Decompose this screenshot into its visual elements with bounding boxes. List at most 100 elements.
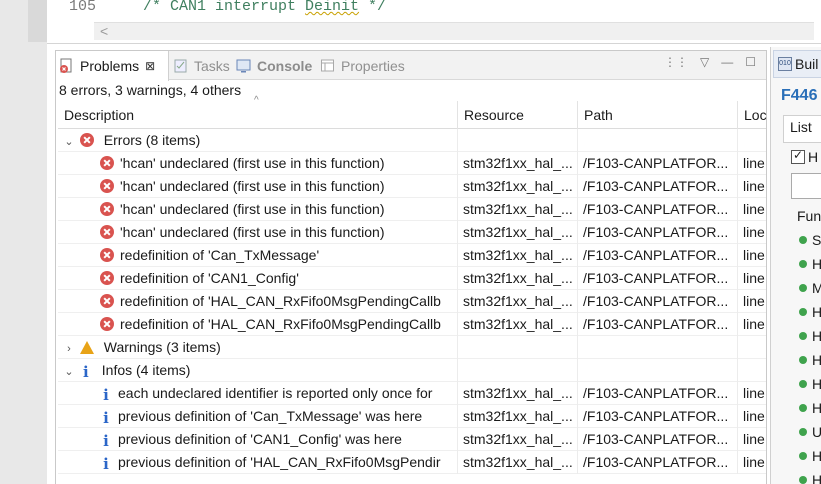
status-dot-icon [799,332,807,340]
error-icon [79,133,94,147]
tab-problems[interactable]: Problems ⊠ [56,51,169,81]
problem-location: line [743,316,765,332]
table-row[interactable]: redefinition of 'HAL_CAN_RxFifo0MsgPendi… [58,290,766,313]
table-row[interactable]: i previous definition of 'Can_TxMessage' … [58,405,766,428]
problem-description: 'hcan' undeclared (first use in this fun… [120,155,385,171]
line-number: 105 [69,0,97,15]
chevron-down-icon[interactable]: ⌄ [62,131,76,152]
filter-checkbox[interactable]: H [791,148,818,165]
tab-build-analyzer[interactable]: 010 Buil [773,50,821,78]
group-row-warnings[interactable]: › Warnings (3 items) [58,336,766,359]
maximize-icon[interactable]: ☐ [745,55,756,69]
function-list-item[interactable]: H [799,400,821,416]
function-label: H [812,328,821,344]
function-label: H [812,448,821,464]
function-list-item[interactable]: H [799,448,821,464]
error-icon [100,317,114,331]
info-icon: i [103,455,109,473]
function-label: M [812,280,821,296]
build-analyzer-panel: 010 Buil F446 List H Func SHMHHHHHUHH [770,47,821,484]
view-menu-icon[interactable]: ⋮⋮ [664,55,688,69]
status-dot-icon [799,260,807,268]
info-icon: i [103,386,109,404]
function-list-item[interactable]: S [799,232,821,248]
code-line[interactable]: /* CAN1 interrupt Deinit */ [143,0,386,15]
problem-description: redefinition of 'Can_TxMessage' [120,247,320,263]
function-list-item[interactable]: H [799,472,821,484]
column-resource[interactable]: Resource [458,101,578,129]
error-icon [100,225,114,239]
code-editor[interactable]: 105 /* CAN1 interrupt Deinit */ < [47,0,821,44]
tasks-icon [173,58,189,74]
checkbox-checked-icon[interactable] [791,148,805,164]
status-dot-icon [799,428,807,436]
table-row[interactable]: 'hcan' undeclared (first use in this fun… [58,175,766,198]
column-description[interactable]: Description [58,101,458,129]
column-location[interactable]: Loc [738,101,768,129]
function-list-item[interactable]: H [799,304,821,320]
status-dot-icon [799,284,807,292]
view-tab-bar: Problems ⊠ Tasks Console Properties ⋮⋮ ▽… [56,51,766,81]
tab-tasks[interactable]: Tasks [173,51,230,80]
problem-resource: stm32f1xx_hal_... [458,175,578,198]
table-row[interactable]: i previous definition of 'HAL_CAN_RxFifo0… [58,451,766,474]
problem-description: 'hcan' undeclared (first use in this fun… [120,224,385,240]
problem-path: /F103-CANPLATFOR... [578,405,738,428]
problem-path: /F103-CANPLATFOR... [578,267,738,290]
problem-resource: stm32f1xx_hal_... [458,267,578,290]
function-list-item[interactable]: M [799,280,821,296]
scroll-left-arrow[interactable]: < [100,23,108,39]
group-label: Infos (4 items) [101,362,191,378]
dropdown-icon[interactable]: ▽ [700,55,709,69]
column-path[interactable]: Path [578,101,738,129]
error-icon [100,271,114,285]
info-icon: i [103,409,109,427]
filter-input[interactable] [791,173,821,199]
table-row[interactable]: i previous definition of 'CAN1_Config' wa… [58,428,766,451]
function-list-item[interactable]: H [799,352,821,368]
problem-location: line [743,293,765,309]
status-dot-icon [799,476,807,484]
tab-properties[interactable]: Properties [320,51,405,80]
chevron-down-icon[interactable]: ⌄ [62,361,76,382]
table-row[interactable]: redefinition of 'Can_TxMessage' stm32f1xx… [58,244,766,267]
horizontal-scrollbar[interactable]: < [94,22,814,40]
function-list-item[interactable]: H [799,376,821,392]
code-text: /* CAN1 interrupt [143,0,306,15]
function-list-item[interactable]: U [799,424,821,440]
console-icon [236,58,252,74]
problem-description: redefinition of 'HAL_CAN_RxFifo0MsgPendi… [120,293,441,309]
minimize-icon[interactable]: — [721,55,733,69]
table-row[interactable]: redefinition of 'HAL_CAN_RxFifo0MsgPendi… [58,313,766,336]
group-row-errors[interactable]: ⌄ Errors (8 items) [58,129,766,152]
problem-path: /F103-CANPLATFOR... [578,290,738,313]
project-title: F446 [781,87,818,104]
table-row[interactable]: 'hcan' undeclared (first use in this fun… [58,198,766,221]
status-dot-icon [799,404,807,412]
problem-path: /F103-CANPLATFOR... [578,313,738,336]
group-label: Warnings (3 items) [103,339,221,355]
info-icon: i [83,363,89,381]
table-row[interactable]: redefinition of 'CAN1_Config' stm32f1xx_h… [58,267,766,290]
problem-path: /F103-CANPLATFOR... [578,428,738,451]
table-row[interactable]: i each undeclared identifier is reported … [58,382,766,405]
problem-location: line [743,431,765,447]
group-row-infos[interactable]: ⌄ i Infos (4 items) [58,359,766,382]
problem-resource: stm32f1xx_hal_... [458,382,578,405]
tab-label: Console [257,57,313,74]
problem-path: /F103-CANPLATFOR... [578,221,738,244]
table-row[interactable]: 'hcan' undeclared (first use in this fun… [58,152,766,175]
function-list-item[interactable]: H [799,328,821,344]
spelling-warning-word: Deinit [305,0,360,15]
editor-gutter [28,0,47,42]
tab-console[interactable]: Console [236,51,312,80]
group-label: Errors (8 items) [103,132,201,148]
list-tab[interactable]: List [783,115,821,143]
problem-description: each undeclared identifier is reported o… [118,385,433,401]
close-icon[interactable]: ⊠ [145,59,155,73]
function-label: U [812,424,821,440]
function-list-item[interactable]: H [799,256,821,272]
chevron-right-icon[interactable]: › [62,338,76,359]
table-row[interactable]: 'hcan' undeclared (first use in this fun… [58,221,766,244]
problem-resource: stm32f1xx_hal_... [458,244,578,267]
